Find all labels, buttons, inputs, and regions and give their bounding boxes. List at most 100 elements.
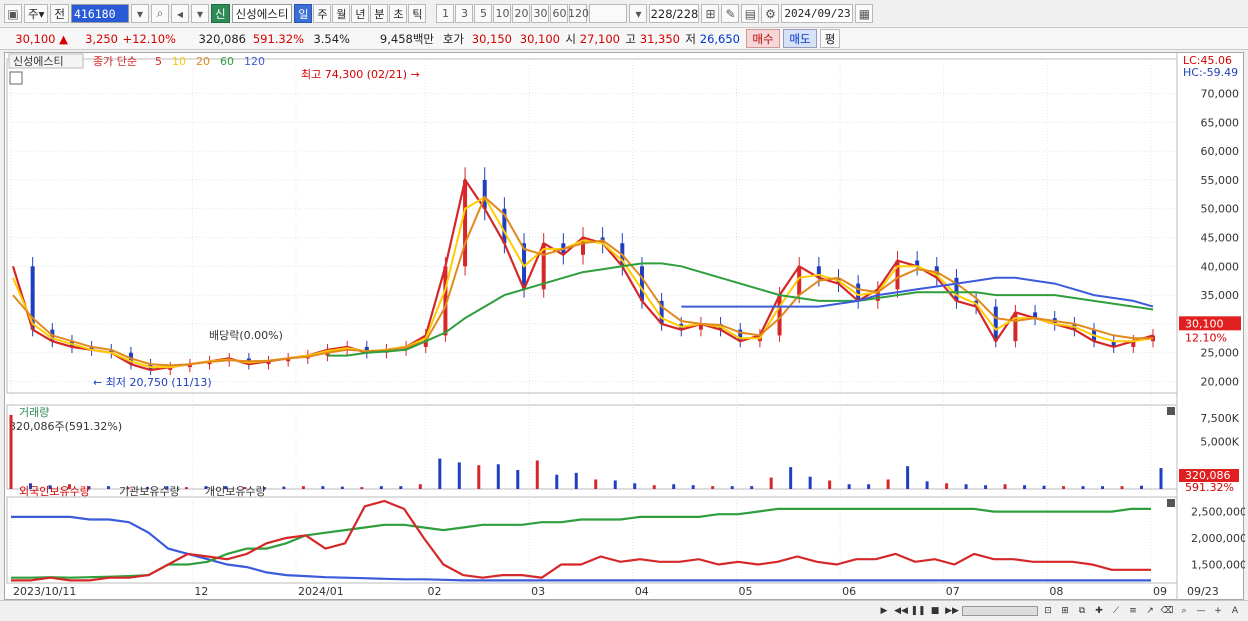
volume-bar: [399, 486, 403, 489]
volume-bar: [457, 462, 461, 489]
price-tick-label: 55,000: [1201, 174, 1240, 187]
eval-button[interactable]: 평: [820, 29, 840, 48]
volume-bar: [555, 474, 559, 489]
fibo-icon[interactable]: ≡: [1126, 604, 1140, 618]
volume-bar: [1081, 486, 1085, 489]
current-price: 30,100 ▲: [15, 31, 68, 46]
interval-buttons: 1 3 5 10 20 30 60 120: [436, 4, 589, 23]
prev-button[interactable]: 전: [50, 4, 69, 23]
volume-bar: [906, 466, 910, 489]
zoom-fit-icon[interactable]: ⊡: [1041, 604, 1055, 618]
price-tick-label: 45,000: [1201, 232, 1240, 245]
font-size-icon[interactable]: A: [1228, 604, 1242, 618]
buy-button[interactable]: 매수: [746, 29, 780, 48]
period-tab[interactable]: 틱: [408, 4, 427, 23]
candle-body: [639, 266, 644, 301]
last-pct-label: 12.10%: [1185, 331, 1227, 344]
stock-chart[interactable]: 70,000 65,000 60,000 55,000 50,000 45,000 40,0…: [4, 52, 1247, 601]
volume-bar: [106, 486, 110, 489]
candle-body: [1013, 312, 1018, 342]
quote-bar: 30,100 ▲ 3,250 +12.10% 320,086 591.32% 3…: [0, 28, 1248, 50]
speaker-icon[interactable]: ◂: [170, 4, 189, 23]
month-label: 06: [842, 585, 856, 598]
volume-bar: [1159, 468, 1163, 489]
interval-button[interactable]: 60: [550, 4, 569, 23]
holdings-pane: [6, 496, 1178, 584]
period-tab[interactable]: 분: [370, 4, 389, 23]
minus-icon[interactable]: —: [1194, 604, 1208, 618]
interval-dropdown-icon[interactable]: ▾: [629, 4, 648, 23]
low-label: 저: [685, 31, 696, 46]
crosshair-icon[interactable]: ✚: [1092, 604, 1106, 618]
volume-bar: [789, 467, 793, 489]
plus-icon[interactable]: +: [1211, 604, 1225, 618]
calendar-icon[interactable]: ▦: [855, 4, 874, 23]
period-tab[interactable]: 초: [389, 4, 408, 23]
chart-tools-icon[interactable]: ⊞: [701, 4, 720, 23]
interval-button[interactable]: 30: [531, 4, 550, 23]
main-toolbar: ▣ 주 ▾ 전 416180 ▾ ⌕ ◂ ▾ 신 신성에스티 일주월년분초틱 13…: [0, 0, 1248, 28]
period-tab[interactable]: 년: [351, 4, 370, 23]
period-tab[interactable]: 월: [332, 4, 351, 23]
period-tab[interactable]: 주: [313, 4, 332, 23]
zoom-slider[interactable]: [962, 606, 1038, 616]
price-tick-label: 25,000: [1201, 347, 1240, 360]
table-icon: [9, 71, 23, 85]
interval-custom-input[interactable]: [589, 4, 628, 23]
price-pane: [6, 58, 1178, 394]
date-input[interactable]: 2024/09/23: [781, 4, 854, 23]
high-label: 고: [625, 31, 636, 46]
interval-button[interactable]: 1: [436, 4, 455, 23]
magnifier-icon[interactable]: ⌕: [1177, 604, 1191, 618]
sell-button[interactable]: 매도: [783, 29, 817, 48]
month-label: 07: [946, 585, 960, 598]
grid-icon[interactable]: ⊞: [1058, 604, 1072, 618]
volume-bar: [321, 486, 325, 489]
period-tab[interactable]: 일: [294, 4, 313, 23]
interval-button[interactable]: 10: [493, 4, 512, 23]
volume-close-icon: [1167, 407, 1175, 415]
month-label: 09: [1153, 585, 1167, 598]
hoga-label: 호가: [442, 31, 464, 46]
eraser-icon[interactable]: ⌫: [1160, 604, 1174, 618]
rewind-icon[interactable]: ◀◀: [894, 604, 908, 618]
volume-bar: [769, 477, 773, 489]
low-price: 26,650: [699, 31, 740, 46]
compare-icon[interactable]: ⧉: [1075, 604, 1089, 618]
interval-button[interactable]: 5: [474, 4, 493, 23]
interval-button[interactable]: 120: [568, 4, 589, 23]
market-select[interactable]: 주 ▾: [24, 4, 49, 23]
volume-bar: [1140, 485, 1144, 489]
forward-icon[interactable]: ▶▶: [945, 604, 959, 618]
data-count[interactable]: 228/228: [649, 4, 700, 23]
ma-legend-item: 10: [172, 55, 186, 68]
chart-svg[interactable]: 70,000 65,000 60,000 55,000 50,000 45,000 40,0…: [5, 53, 1247, 601]
search-icon[interactable]: ⌕: [150, 4, 169, 23]
volume-bar: [594, 479, 598, 489]
volume-pane: [6, 404, 1178, 490]
draw-icon[interactable]: ✎: [721, 4, 740, 23]
pause-icon[interactable]: ❚❚: [910, 604, 925, 618]
arrow-icon[interactable]: ↗: [1143, 604, 1157, 618]
price-change: 3,250: [85, 31, 118, 46]
new-listing-badge: 신: [210, 4, 230, 23]
month-label: 03: [531, 585, 545, 598]
play-icon[interactable]: ▶: [877, 604, 891, 618]
list-dropdown-icon[interactable]: ▾: [190, 4, 209, 23]
candle-body: [463, 179, 468, 267]
volume-bar: [535, 460, 539, 489]
interval-button[interactable]: 3: [455, 4, 474, 23]
volume-bar: [672, 484, 676, 489]
interval-button[interactable]: 20: [512, 4, 531, 23]
volume-bar: [925, 481, 929, 489]
stop-icon[interactable]: ■: [928, 604, 942, 618]
volume-bar: [886, 479, 890, 489]
volume-bar: [360, 487, 364, 489]
save-icon[interactable]: ▤: [741, 4, 760, 23]
window-icon[interactable]: ▣: [4, 4, 22, 23]
gear-icon[interactable]: ⚙: [761, 4, 780, 23]
stock-code-input[interactable]: 416180: [70, 4, 129, 23]
trendline-icon[interactable]: ⟋: [1109, 604, 1123, 618]
dropdown-icon[interactable]: ▾: [130, 4, 149, 23]
volume-bar: [964, 484, 968, 489]
